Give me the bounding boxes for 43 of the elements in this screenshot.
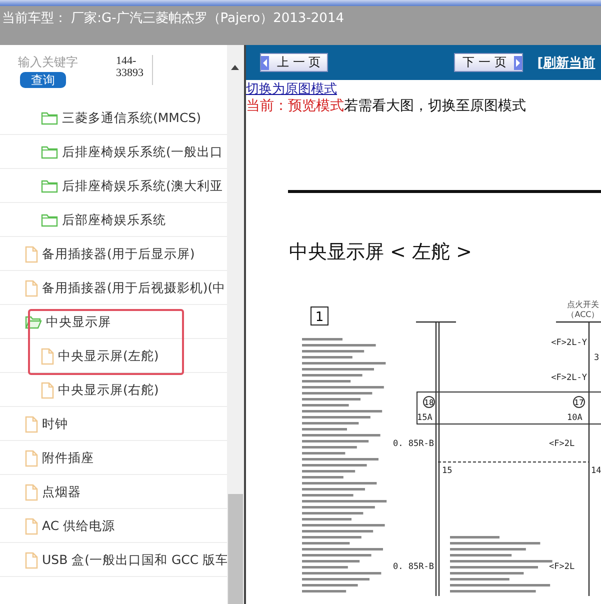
- document-icon: [25, 246, 38, 262]
- document-icon: [25, 484, 38, 500]
- scrollbar[interactable]: [227, 45, 244, 604]
- right-arrow-icon: [514, 56, 522, 70]
- car-model-text: 当前车型： 厂家:G-广汽三菱帕杰罗（Pajero）2013-2014: [1, 10, 345, 27]
- query-button[interactable]: 查询: [20, 72, 66, 88]
- document-icon: [41, 382, 54, 398]
- wire-label: <F>2L: [549, 439, 575, 449]
- keyword-field[interactable]: 输入关键字: [18, 55, 92, 69]
- diagram-title: 中央显示屏 < 左舵 >: [289, 240, 473, 265]
- scroll-thumb[interactable]: [228, 494, 243, 604]
- wire-label: 14: [591, 466, 601, 476]
- value-field[interactable]: 144-33893: [116, 55, 153, 85]
- current-mode-text: 当前：预览模式: [246, 98, 344, 114]
- document-icon: [25, 552, 38, 568]
- folder-icon: [41, 213, 58, 227]
- folder-icon: [41, 111, 58, 125]
- folder-icon: [41, 179, 58, 193]
- wire-label: 0. 85R-B: [393, 562, 434, 572]
- scroll-up-icon[interactable]: [231, 65, 239, 70]
- left-arrow-icon: [261, 56, 269, 70]
- wire-label: <F>2L-Y: [551, 338, 587, 348]
- folder-icon: [41, 145, 58, 159]
- switch-mode-link[interactable]: 切换为原图模式: [246, 82, 337, 98]
- wire-label: 3: [594, 353, 600, 363]
- refresh-link[interactable]: [刷新当前: [537, 54, 596, 72]
- next-page-button[interactable]: 下 一 页: [454, 53, 524, 72]
- document-icon: [25, 416, 38, 432]
- document-icon: [25, 518, 38, 534]
- wire-label: 10A: [567, 413, 582, 423]
- document-icon: [25, 450, 38, 466]
- document-icon: [41, 348, 54, 364]
- wire-label: 15: [442, 466, 452, 476]
- section-number-box: 1: [310, 306, 328, 326]
- ignition-switch-label: （ACC）: [566, 310, 600, 319]
- wire-label: 15A: [417, 413, 432, 423]
- wire-label: <F>2L-Y: [551, 373, 587, 383]
- wire-label: <F>2L: [549, 562, 575, 572]
- mode-hint-text: 若需看大图，切换至原图模式: [344, 98, 526, 114]
- wire-label: 0. 85R-B: [393, 439, 434, 449]
- ignition-switch-label: 点火开关: [567, 300, 599, 309]
- document-icon: [25, 280, 38, 296]
- previous-page-button[interactable]: 上 一 页: [260, 53, 328, 72]
